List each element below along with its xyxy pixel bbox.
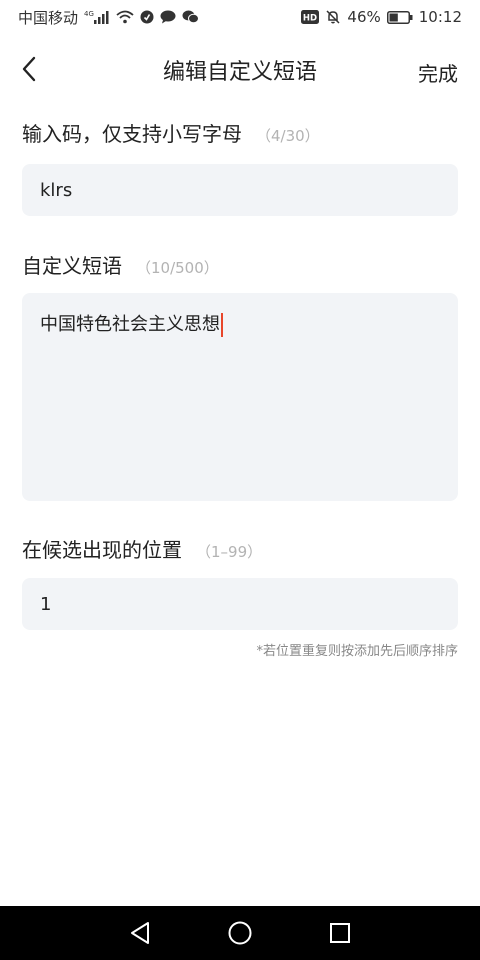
- phrase-label: 自定义短语: [22, 254, 122, 278]
- hd-badge: HD: [301, 10, 320, 24]
- position-section-label: 在候选出现的位置 （1–99）: [22, 534, 262, 563]
- wifi-icon: [116, 10, 134, 24]
- code-counter: （4/30）: [256, 127, 320, 145]
- battery-icon: [386, 10, 413, 24]
- system-nav-bar: [0, 906, 480, 960]
- position-input[interactable]: [22, 578, 458, 630]
- position-hint: *若位置重复则按添加先后顺序排序: [256, 644, 458, 659]
- app-header: 编辑自定义短语 完成: [0, 34, 480, 106]
- battery-percent: 46%: [347, 8, 381, 26]
- wechat-icon: [182, 10, 200, 24]
- nav-home-button[interactable]: [220, 913, 260, 953]
- code-section-label: 输入码，仅支持小写字母 （4/30）: [22, 118, 320, 147]
- page-title: 编辑自定义短语: [162, 60, 317, 85]
- status-bar: 中国移动 4G HD 46% 10:12: [0, 0, 480, 34]
- back-button[interactable]: [14, 54, 44, 84]
- code-input[interactable]: [22, 164, 458, 216]
- signal-icon: 4G: [84, 9, 110, 25]
- chevron-left-icon: [22, 56, 36, 82]
- status-right: HD 46% 10:12: [301, 8, 462, 26]
- phrase-section-label: 自定义短语 （10/500）: [22, 250, 219, 279]
- phrase-textarea[interactable]: 中国特色社会主义思想: [22, 293, 458, 501]
- mute-bell-icon: [325, 9, 341, 25]
- nav-recents-button[interactable]: [320, 913, 360, 953]
- network-type: 4G: [84, 10, 94, 18]
- code-label: 输入码，仅支持小写字母: [22, 122, 242, 146]
- nav-recents-icon: [330, 923, 350, 943]
- text-cursor: [221, 313, 223, 337]
- message-icon: [160, 10, 176, 24]
- nav-back-button[interactable]: [120, 913, 160, 953]
- svg-text:HD: HD: [303, 14, 317, 24]
- carrier-name: 中国移动: [18, 8, 79, 27]
- nav-home-icon: [228, 921, 252, 945]
- app-notification-icon: [140, 10, 154, 24]
- done-button[interactable]: 完成: [418, 58, 458, 87]
- clock: 10:12: [418, 8, 462, 26]
- nav-back-icon: [131, 922, 149, 944]
- position-counter: （1–99）: [196, 543, 263, 561]
- position-label: 在候选出现的位置: [22, 538, 182, 562]
- phrase-counter: （10/500）: [136, 259, 219, 277]
- status-left: 中国移动 4G: [18, 7, 200, 28]
- phrase-text: 中国特色社会主义思想: [40, 314, 220, 335]
